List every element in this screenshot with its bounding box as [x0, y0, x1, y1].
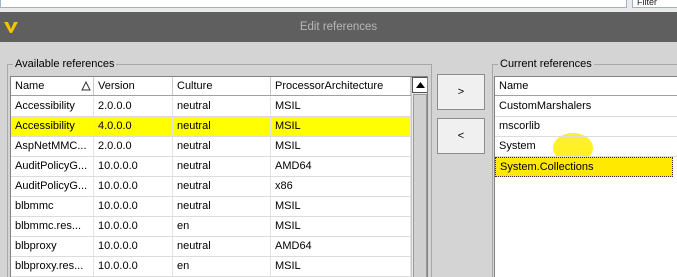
list-item[interactable]: CustomMarshalers — [495, 97, 677, 117]
remove-reference-label: < — [457, 130, 465, 142]
cell-name: blbproxy — [11, 237, 94, 256]
table-row[interactable]: AspNetMMC... 2.0.0.0 neutral MSIL — [11, 137, 411, 157]
cell-arch: x86 — [271, 177, 411, 196]
table-row[interactable]: AuditPolicyG... 10.0.0.0 neutral x86 — [11, 177, 411, 197]
remove-reference-button[interactable]: < — [437, 118, 485, 154]
cell-name: AspNetMMC... — [11, 137, 94, 156]
cell-version: 10.0.0.0 — [94, 157, 173, 176]
cell-name: blbmmc — [11, 197, 94, 216]
column-header-version[interactable]: Version — [94, 77, 173, 95]
list-item[interactable]: mscorlib — [495, 117, 677, 137]
cell-culture: neutral — [173, 197, 271, 216]
cell-version: 2.0.0.0 — [94, 97, 173, 116]
cell-version: 10.0.0.0 — [94, 257, 173, 276]
cell-culture: en — [173, 217, 271, 236]
cell-culture: neutral — [173, 97, 271, 116]
top-text-field[interactable] — [0, 0, 627, 8]
cell-name: AuditPolicyG... — [11, 177, 94, 196]
column-header-culture[interactable]: Culture — [173, 77, 271, 95]
current-references-legend: Current references — [498, 57, 594, 71]
table-row[interactable]: Accessibility 4.0.0.0 neutral MSIL — [11, 117, 411, 137]
cell-arch: MSIL — [271, 137, 411, 156]
column-header-name[interactable]: Name — [11, 77, 94, 95]
cell-name: Accessibility — [11, 117, 94, 136]
cell-version: 4.0.0.0 — [94, 117, 173, 136]
list-item[interactable]: System.Collections — [495, 157, 673, 177]
sort-ascending-icon — [81, 81, 91, 91]
cell-culture: neutral — [173, 117, 271, 136]
column-header-processor-architecture[interactable]: ProcessorArchitecture — [271, 77, 411, 95]
current-column-header-name[interactable]: Name — [495, 77, 677, 95]
table-row[interactable]: Accessibility 2.0.0.0 neutral MSIL — [11, 97, 411, 117]
cell-culture: neutral — [173, 157, 271, 176]
vertical-scrollbar[interactable] — [411, 77, 427, 277]
title-bar: Edit references — [0, 12, 677, 42]
cell-version: 2.0.0.0 — [94, 137, 173, 156]
table-header: Name Version Culture ProcessorArchitectu… — [11, 77, 411, 96]
cell-version: 10.0.0.0 — [94, 177, 173, 196]
cell-culture: neutral — [173, 177, 271, 196]
cell-name: AuditPolicyG... — [11, 157, 94, 176]
table-row[interactable]: blbmmc 10.0.0.0 neutral MSIL — [11, 197, 411, 217]
current-references-table[interactable]: Name CustomMarshalers mscorlib System Syste… — [494, 76, 677, 277]
scroll-up-button[interactable] — [412, 77, 427, 93]
cell-version: 10.0.0.0 — [94, 237, 173, 256]
cell-arch: MSIL — [271, 257, 411, 276]
available-references-table[interactable]: Name Version Culture ProcessorArchitectu… — [10, 76, 428, 277]
cell-name: Accessibility — [11, 97, 94, 116]
window-title: Edit references — [299, 21, 378, 33]
available-references-legend: Available references — [13, 57, 117, 71]
filter-field[interactable]: Filter — [632, 0, 677, 8]
cell-arch: MSIL — [271, 197, 411, 216]
current-table-header: Name — [495, 77, 677, 96]
table-row[interactable]: blbproxy 10.0.0.0 neutral AMD64 — [11, 237, 411, 257]
cell-arch: AMD64 — [271, 237, 411, 256]
cell-name: blbmmc.res... — [11, 217, 94, 236]
edit-references-window: Filter Edit references Available referen… — [0, 0, 677, 277]
table-row[interactable]: blbproxy.res... 10.0.0.0 en MSIL — [11, 257, 411, 277]
cell-version: 10.0.0.0 — [94, 197, 173, 216]
column-header-label: Name — [15, 80, 45, 92]
cell-arch: MSIL — [271, 217, 411, 236]
table-row[interactable]: blbmmc.res... 10.0.0.0 en MSIL — [11, 217, 411, 237]
cell-culture: en — [173, 257, 271, 276]
table-row[interactable]: AuditPolicyG... 10.0.0.0 neutral AMD64 — [11, 157, 411, 177]
cell-arch: AMD64 — [271, 157, 411, 176]
scroll-thumb[interactable] — [413, 94, 427, 277]
cell-arch: MSIL — [271, 97, 411, 116]
cell-version: 10.0.0.0 — [94, 217, 173, 236]
add-reference-button[interactable]: > — [437, 74, 485, 110]
list-item[interactable]: System — [495, 137, 677, 157]
cell-name: blbproxy.res... — [11, 257, 94, 276]
cell-culture: neutral — [173, 137, 271, 156]
cell-culture: neutral — [173, 237, 271, 256]
cell-arch: MSIL — [271, 117, 411, 136]
arrow-up-icon — [416, 82, 425, 88]
add-reference-label: > — [457, 86, 465, 98]
